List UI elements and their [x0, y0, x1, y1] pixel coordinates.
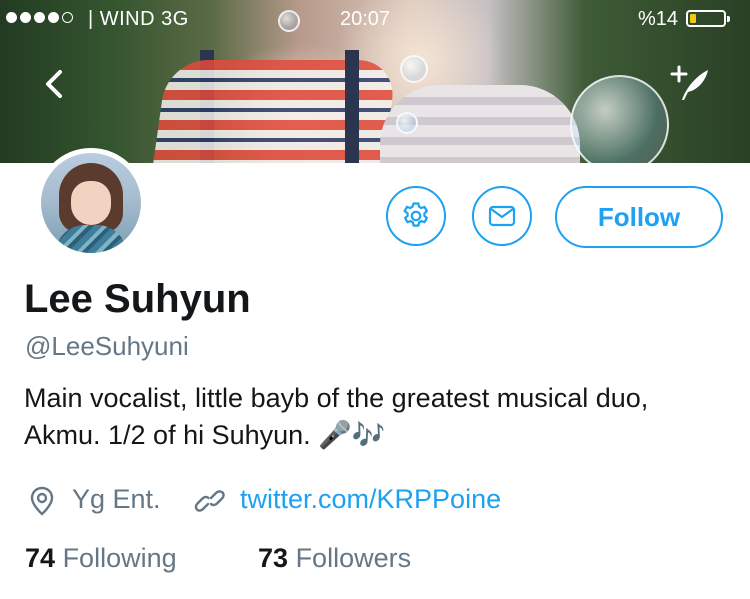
link-icon: [194, 490, 225, 512]
bubble-graphic: [570, 75, 669, 163]
battery-tip: [727, 16, 730, 22]
profile-name: Lee Suhyun: [24, 277, 251, 321]
gear-icon: [403, 202, 428, 227]
status-time: 20:07: [340, 8, 391, 30]
status-bar: | WIND 3G 20:07 %14: [0, 6, 750, 36]
profile-bio: Main vocalist, little bayb of the greate…: [24, 383, 649, 450]
battery-percentage: %14: [638, 8, 679, 30]
following-count: 74: [25, 543, 56, 573]
following-label: Following: [62, 543, 177, 573]
profile-handle: @LeeSuhyuni: [25, 331, 189, 361]
follow-button[interactable]: Follow: [555, 186, 723, 248]
profile-website-link[interactable]: twitter.com/KRPPoine: [240, 484, 501, 515]
carrier-label: | WIND 3G: [88, 8, 189, 30]
banner-photo-detail: [152, 60, 398, 163]
followers-count: 73: [258, 543, 289, 573]
battery-icon: [686, 10, 726, 27]
bubble-graphic: [400, 55, 428, 83]
location-pin-icon: [30, 486, 54, 516]
avatar[interactable]: [36, 148, 146, 258]
message-button[interactable]: [472, 186, 532, 246]
chevron-left-icon: [46, 70, 62, 98]
back-button[interactable]: [34, 62, 78, 106]
envelope-icon: [488, 205, 516, 227]
followers-label: Followers: [295, 543, 412, 573]
settings-button[interactable]: [386, 186, 446, 246]
avatar-photo: [41, 153, 141, 253]
bubble-graphic: [396, 112, 418, 134]
profile-location: Yg Ent.: [72, 484, 161, 514]
banner-photo-detail: [345, 50, 359, 163]
signal-strength-icon: [6, 12, 73, 23]
compose-tweet-button[interactable]: [668, 62, 712, 106]
compose-tweet-icon: [670, 65, 708, 100]
following-stat[interactable]: 74 Following: [25, 543, 177, 574]
followers-stat[interactable]: 73 Followers: [258, 543, 411, 574]
